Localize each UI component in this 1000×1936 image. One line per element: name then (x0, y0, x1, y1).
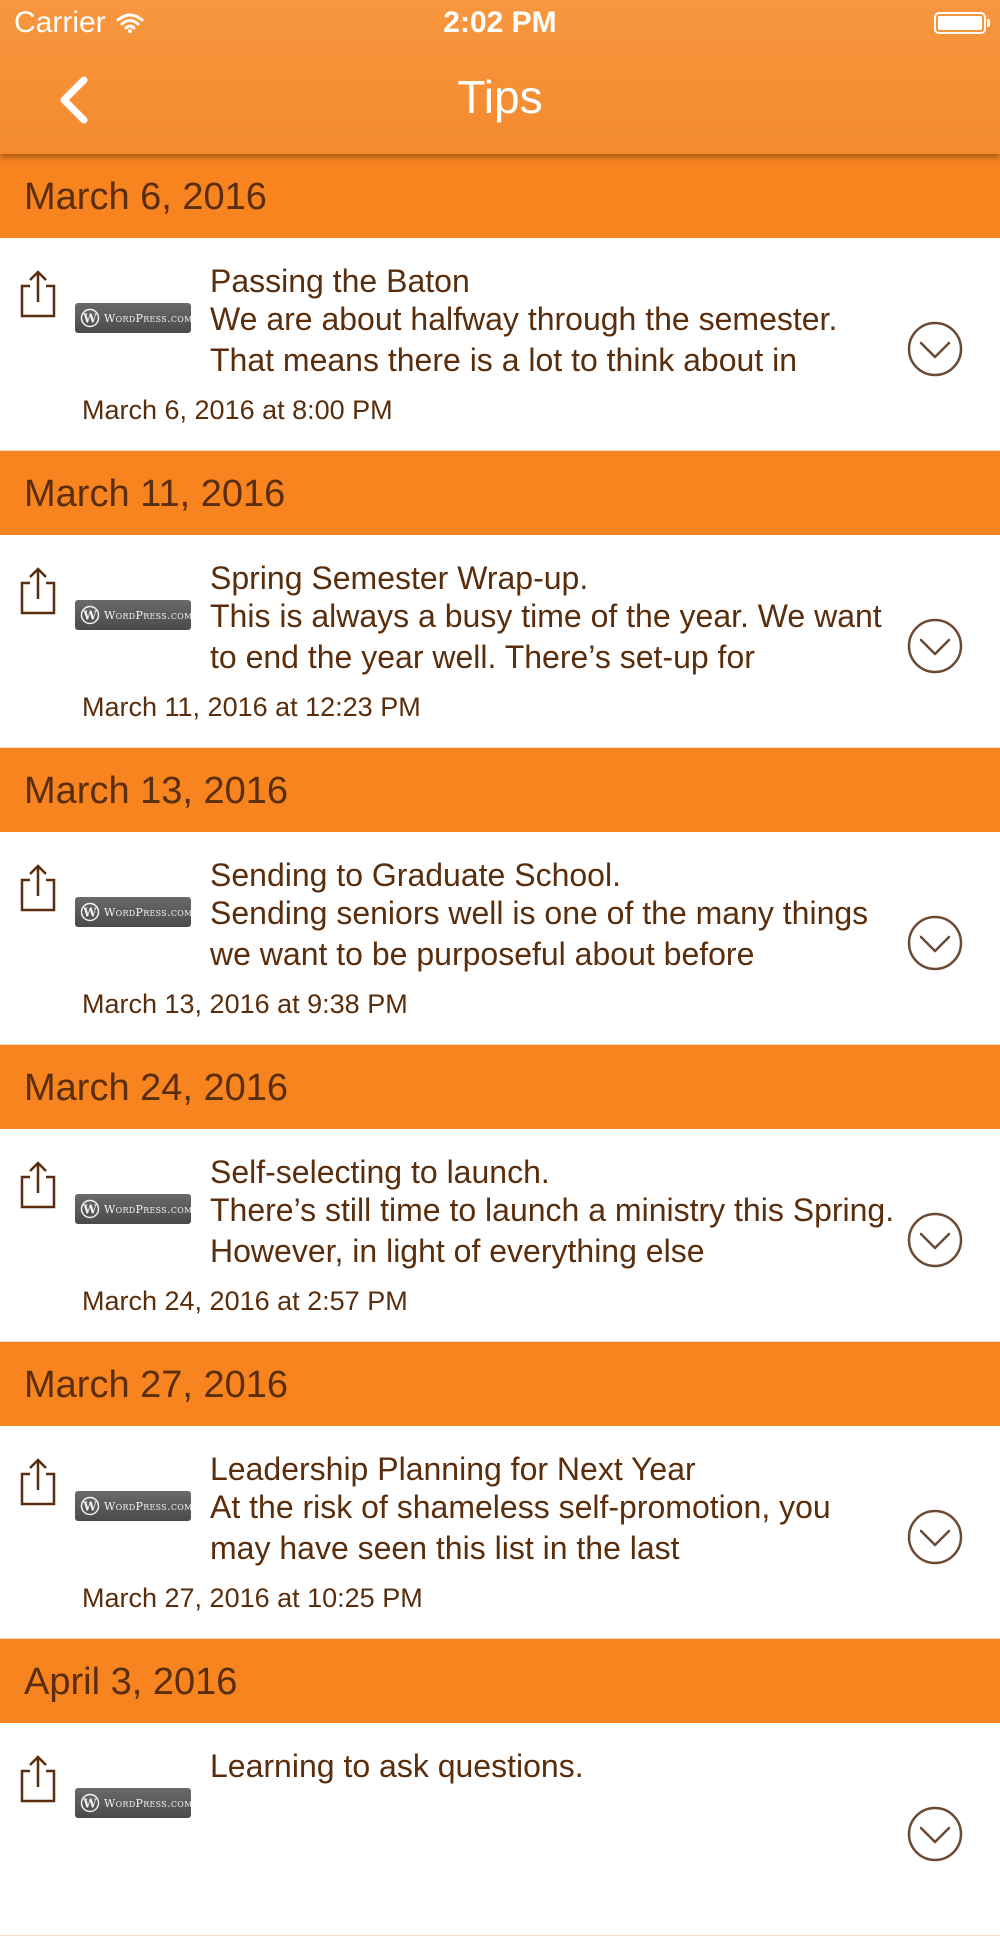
share-button[interactable] (18, 565, 58, 617)
share-button[interactable] (18, 1753, 58, 1805)
chevron-down-circle-icon (907, 1806, 963, 1862)
wordpress-logo: W WordPress.com (75, 1491, 193, 1521)
wordpress-logo-text: WordPress.com (104, 905, 193, 919)
post-date: March 11, 2016 at 12:23 PM (82, 692, 421, 722)
post-excerpt (210, 1784, 900, 1866)
wordpress-logo-text: WordPress.com (104, 311, 193, 325)
expand-button[interactable] (906, 1805, 964, 1863)
section-date-header: March 13, 2016 (0, 748, 1000, 832)
section-date-label: March 27, 2016 (24, 1364, 289, 1406)
post-title: Passing the Baton (210, 263, 470, 299)
section-date-label: April 3, 2016 (24, 1661, 238, 1703)
wordpress-icon: W (80, 902, 100, 922)
svg-text:W: W (82, 312, 97, 326)
expand-button[interactable] (906, 1211, 964, 1269)
tips-list[interactable]: March 6, 2016 W WordPress.com Passing th… (0, 154, 1000, 1936)
wordpress-logo: W WordPress.com (75, 600, 193, 630)
share-icon (20, 1458, 56, 1506)
battery-icon (934, 12, 990, 34)
wordpress-logo: W WordPress.com (75, 1788, 193, 1818)
svg-text:W: W (82, 609, 97, 623)
share-icon (20, 1161, 56, 1209)
post-excerpt: Sending seniors well is one of the many … (210, 895, 869, 972)
wordpress-icon: W (80, 605, 100, 625)
wordpress-logo-text: WordPress.com (104, 1202, 193, 1216)
post-row[interactable]: W WordPress.com Spring Semester Wrap-up.… (0, 535, 1000, 748)
share-button[interactable] (18, 1159, 58, 1211)
expand-button[interactable] (906, 914, 964, 972)
page-title: Tips (457, 71, 543, 123)
post-title: Spring Semester Wrap-up. (210, 560, 589, 596)
section-date-header: March 6, 2016 (0, 154, 1000, 238)
post-title: Leadership Planning for Next Year (210, 1451, 696, 1487)
status-time: 2:02 PM (443, 6, 557, 39)
expand-button[interactable] (906, 320, 964, 378)
post-row[interactable]: W WordPress.com Sending to Graduate Scho… (0, 832, 1000, 1045)
section-date-header: March 11, 2016 (0, 451, 1000, 535)
section-date-label: March 13, 2016 (24, 770, 289, 812)
section-date-label: March 6, 2016 (24, 176, 267, 218)
expand-button[interactable] (906, 617, 964, 675)
wordpress-logo-text: WordPress.com (104, 1796, 193, 1810)
wordpress-logo: W WordPress.com (75, 303, 193, 333)
wordpress-icon: W (80, 1496, 100, 1516)
wordpress-icon: W (80, 308, 100, 328)
post-row[interactable]: W WordPress.com Leadership Planning for … (0, 1426, 1000, 1639)
post-title: Self-selecting to launch. (210, 1154, 550, 1190)
share-button[interactable] (18, 862, 58, 914)
chevron-down-circle-icon (907, 1509, 963, 1565)
post-title: Sending to Graduate School. (210, 857, 621, 893)
section-date-label: March 24, 2016 (24, 1067, 289, 1109)
chevron-down-circle-icon (907, 618, 963, 674)
share-icon (20, 864, 56, 912)
svg-text:W: W (82, 1500, 97, 1514)
post-date: March 6, 2016 at 8:00 PM (82, 395, 393, 425)
chevron-down-circle-icon (907, 1212, 963, 1268)
post-date: March 13, 2016 at 9:38 PM (82, 989, 408, 1019)
post-excerpt: This is always a busy time of the year. … (210, 598, 882, 675)
post-excerpt: At the risk of shameless self-promotion,… (210, 1489, 831, 1566)
chevron-down-circle-icon (907, 321, 963, 377)
wordpress-logo: W WordPress.com (75, 1194, 193, 1224)
wordpress-icon: W (80, 1199, 100, 1219)
share-icon (20, 1755, 56, 1803)
chevron-down-circle-icon (907, 915, 963, 971)
share-icon (20, 270, 56, 318)
post-excerpt: There’s still time to launch a ministry … (210, 1192, 895, 1269)
svg-text:W: W (82, 1797, 97, 1811)
svg-text:W: W (82, 906, 97, 920)
post-row[interactable]: W WordPress.com Learning to ask question… (0, 1723, 1000, 1936)
share-button[interactable] (18, 1456, 58, 1508)
share-button[interactable] (18, 268, 58, 320)
wordpress-logo: W WordPress.com (75, 897, 193, 927)
post-row[interactable]: W WordPress.com Passing the Baton We are… (0, 238, 1000, 451)
post-date: March 27, 2016 at 10:25 PM (82, 1583, 423, 1613)
wordpress-icon: W (80, 1793, 100, 1813)
post-title: Learning to ask questions. (210, 1748, 584, 1784)
wordpress-logo-text: WordPress.com (104, 608, 193, 622)
section-date-header: March 27, 2016 (0, 1342, 1000, 1426)
post-row[interactable]: W WordPress.com Self-selecting to launch… (0, 1129, 1000, 1342)
expand-button[interactable] (906, 1508, 964, 1566)
svg-text:W: W (82, 1203, 97, 1217)
post-excerpt: We are about halfway through the semeste… (210, 301, 838, 378)
section-date-header: April 3, 2016 (0, 1639, 1000, 1723)
section-date-header: March 24, 2016 (0, 1045, 1000, 1129)
wordpress-logo-text: WordPress.com (104, 1499, 193, 1513)
navigation-bar: Carrier 2:02 PM Tips (0, 0, 1000, 154)
section-date-label: March 11, 2016 (24, 473, 286, 515)
share-icon (20, 567, 56, 615)
post-date: March 24, 2016 at 2:57 PM (82, 1286, 408, 1316)
